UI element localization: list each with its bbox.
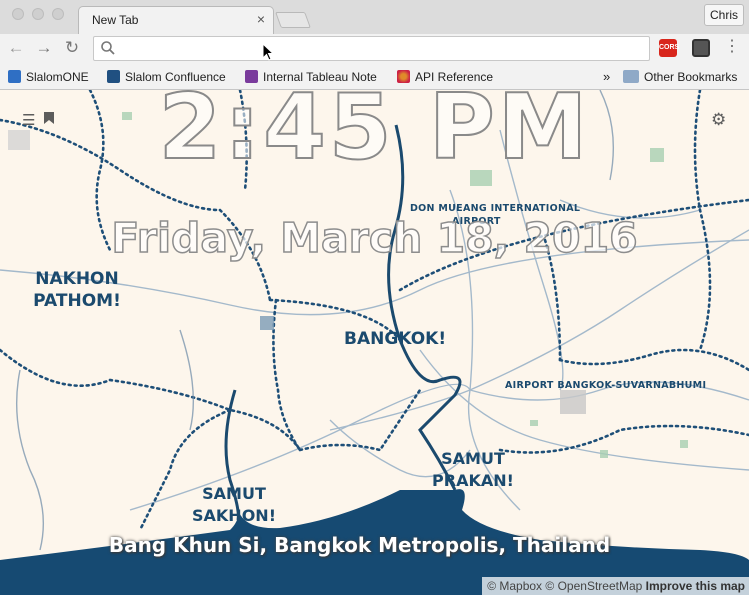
place-label-nakhon-pathom: NAKHON PATHOM! <box>33 269 121 311</box>
address-bar[interactable] <box>93 36 650 61</box>
map-attribution: © Mapbox © OpenStreetMap Improve this ma… <box>482 577 749 595</box>
profile-button[interactable]: Chris <box>704 4 744 26</box>
toolbar: ← → ↻ CORS ⋮ <box>0 34 749 64</box>
minimize-window-button[interactable] <box>32 8 44 20</box>
cors-extension-icon[interactable]: CORS <box>659 39 679 57</box>
clock-date: Friday, March 18, 2016 <box>111 213 639 263</box>
mapbox-attribution-link[interactable]: © Mapbox <box>487 579 542 593</box>
place-label-samut-sakhon: SAMUT SAKHON! <box>192 484 276 525</box>
clock-time: 2:45 PM <box>158 75 591 180</box>
close-icon[interactable]: × <box>257 11 265 27</box>
search-icon <box>101 41 115 55</box>
location-label: Bang Khun Si, Bangkok Metropolis, Thaila… <box>108 533 611 557</box>
improve-map-link[interactable]: Improve this map <box>646 579 745 593</box>
reload-icon[interactable]: ↻ <box>62 38 82 58</box>
close-window-button[interactable] <box>12 8 24 20</box>
tab-title: New Tab <box>92 13 139 27</box>
osm-attribution-link[interactable]: © OpenStreetMap <box>545 579 642 593</box>
new-tab-button[interactable] <box>275 12 311 28</box>
place-label-samut-prakan: SAMUT PRAKAN! <box>432 449 514 490</box>
menu-icon[interactable]: ⋮ <box>724 37 740 57</box>
extension-icon[interactable] <box>692 39 710 57</box>
place-label-bangkok: BANGKOK! <box>344 329 447 349</box>
tab-new-tab[interactable]: New Tab × <box>78 6 274 34</box>
zoom-window-button[interactable] <box>52 8 64 20</box>
tab-strip: New Tab × Chris <box>0 0 749 34</box>
mouse-cursor-icon <box>262 43 274 61</box>
place-label-suvarnabhumi: AIRPORT BANGKOK-SUVARNABHUMI <box>505 380 707 391</box>
back-arrow-icon[interactable]: ← <box>6 38 26 58</box>
forward-arrow-icon[interactable]: → <box>34 38 54 58</box>
